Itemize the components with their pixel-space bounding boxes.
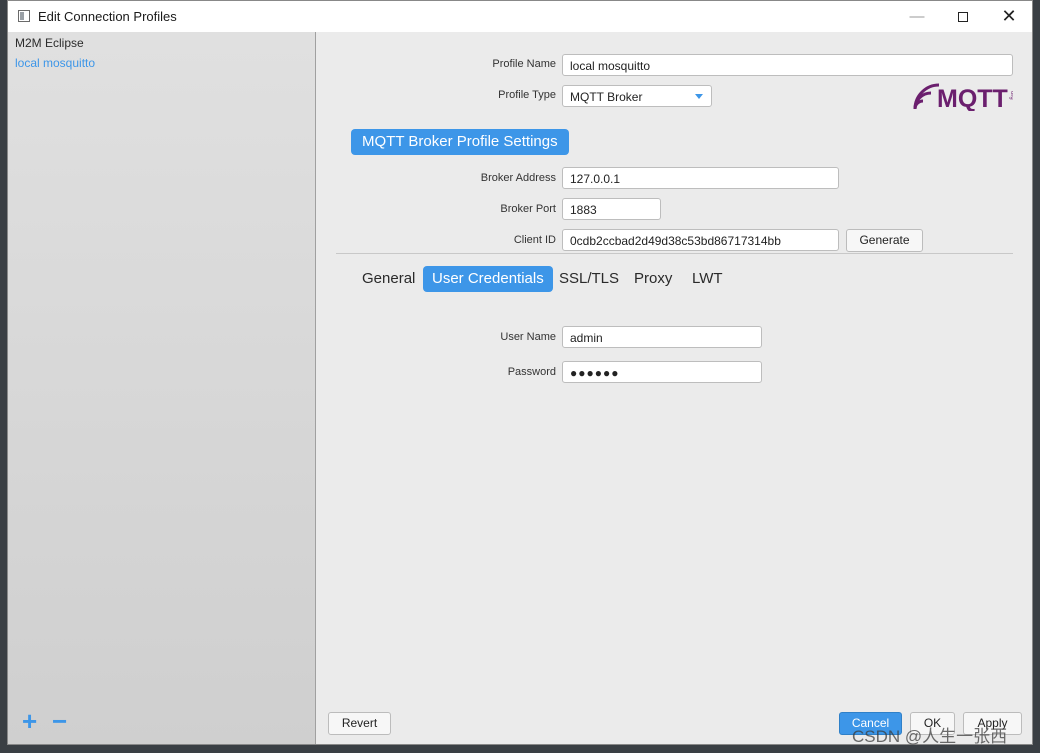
- mqtt-logo: MQTT org: [913, 83, 1013, 111]
- tab-ssl-tls[interactable]: SSL/TLS: [550, 266, 628, 292]
- user-name-input[interactable]: admin: [562, 326, 762, 348]
- profile-settings-panel: Profile Name local mosquitto Profile Typ…: [316, 32, 1032, 744]
- maximize-icon: [958, 11, 968, 22]
- password-input[interactable]: ●●●●●●: [562, 361, 762, 383]
- tab-user-credentials[interactable]: User Credentials: [423, 266, 553, 292]
- profile-name-label: Profile Name: [492, 58, 556, 70]
- dropdown-arrow-icon: [695, 94, 703, 99]
- revert-button[interactable]: Revert: [328, 712, 391, 735]
- profile-list-sidebar: M2M Eclipse local mosquitto + −: [8, 32, 316, 744]
- title-bar[interactable]: Edit Connection Profiles — ✕: [8, 1, 1032, 33]
- minimize-button[interactable]: —: [894, 1, 940, 32]
- password-label: Password: [507, 366, 556, 378]
- edit-connection-profiles-window: Edit Connection Profiles — ✕ M2M Eclipse…: [7, 0, 1033, 745]
- user-name-label: User Name: [500, 331, 556, 343]
- mqtt-logo-waves: [913, 83, 940, 110]
- window-title: Edit Connection Profiles: [38, 9, 177, 24]
- profile-item-local-mosquitto[interactable]: local mosquitto: [15, 56, 95, 70]
- profile-item-m2m-eclipse[interactable]: M2M Eclipse: [15, 36, 84, 50]
- broker-port-label: Broker Port: [500, 203, 556, 215]
- broker-address-label: Broker Address: [480, 172, 556, 184]
- client-id-input[interactable]: 0cdb2ccbad2d49d38c53bd86717314bb: [562, 229, 839, 251]
- tab-lwt[interactable]: LWT: [683, 266, 732, 292]
- profile-type-label: Profile Type: [498, 89, 556, 101]
- add-profile-button[interactable]: +: [22, 708, 37, 734]
- app-icon: [18, 10, 30, 22]
- profile-type-value: MQTT Broker: [570, 90, 643, 104]
- divider: [336, 253, 1013, 254]
- profile-type-select[interactable]: MQTT Broker: [562, 85, 712, 107]
- broker-port-input[interactable]: 1883: [562, 198, 661, 220]
- close-button[interactable]: ✕: [986, 1, 1032, 32]
- csdn-watermark: CSDN @人生一张西: [852, 727, 1008, 746]
- mqtt-logo-text: MQTT: [937, 85, 1008, 111]
- broker-address-input[interactable]: 127.0.0.1: [562, 167, 839, 189]
- section-header-broker-settings: MQTT Broker Profile Settings: [351, 129, 569, 155]
- client-id-label: Client ID: [513, 234, 556, 246]
- profile-name-input[interactable]: local mosquitto: [562, 54, 1013, 76]
- generate-button[interactable]: Generate: [846, 229, 923, 252]
- tab-proxy[interactable]: Proxy: [625, 266, 681, 292]
- remove-profile-button[interactable]: −: [52, 708, 67, 734]
- tab-general[interactable]: General: [353, 266, 424, 292]
- maximize-button[interactable]: [940, 1, 986, 32]
- mqtt-logo-sub: org: [1009, 91, 1013, 100]
